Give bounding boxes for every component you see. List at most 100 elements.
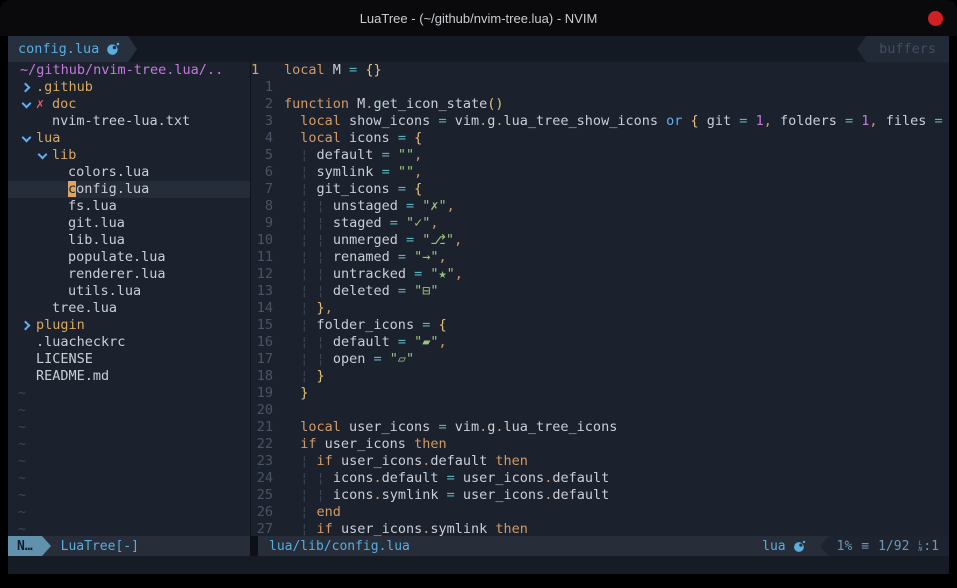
code-line-21[interactable]: 20 bbox=[251, 402, 949, 419]
tree-item-label: colors.lua bbox=[68, 164, 149, 181]
tree-item-lib.lua[interactable]: lib.lua bbox=[8, 232, 250, 249]
line-number: 27 bbox=[251, 521, 273, 536]
code-line-19[interactable]: 18 ¦ } bbox=[251, 368, 949, 385]
git-status-icon: ✗ bbox=[36, 96, 52, 113]
line-number: 8 bbox=[251, 198, 273, 215]
code-line-5[interactable]: 4 local icons = { bbox=[251, 130, 949, 147]
empty-line-tilde: ~ bbox=[8, 504, 250, 521]
empty-line-tilde: ~ bbox=[8, 487, 250, 504]
empty-line-tilde: ~ bbox=[8, 470, 250, 487]
code-text: ¦ ¦ renamed = "→", bbox=[284, 249, 949, 266]
line-number: 19 bbox=[251, 385, 273, 402]
tree-item-colors.lua[interactable]: colors.lua bbox=[8, 164, 250, 181]
code-line-18[interactable]: 17 ¦ ¦ open = "▱" bbox=[251, 351, 949, 368]
code-text: ¦ if user_icons.default then bbox=[284, 453, 949, 470]
code-text: ¦ if user_icons.symlink then bbox=[284, 521, 949, 536]
close-button[interactable] bbox=[928, 11, 943, 26]
empty-line-tilde: ~ bbox=[8, 453, 250, 470]
statusline-file-segment: lua/lib/config.lua lua 1% ≡ 1/92 bbox=[258, 536, 949, 556]
command-line bbox=[8, 556, 949, 574]
line-number: 6 bbox=[251, 164, 273, 181]
tree-item-renderer.lua[interactable]: renderer.lua bbox=[8, 266, 250, 283]
code-line-13[interactable]: 12 ¦ ¦ untracked = "★", bbox=[251, 266, 949, 283]
line-number: 24 bbox=[251, 470, 273, 487]
tree-item-label: config.lua bbox=[68, 181, 149, 198]
app-frame: config.lua buffers ~/github/nvim-tree.lu… bbox=[8, 36, 949, 574]
code-text: ¦ default = "", bbox=[284, 147, 949, 164]
code-text: local user_icons = vim.g.lua_tree_icons bbox=[284, 419, 949, 436]
powerline-arrow-icon bbox=[857, 36, 866, 62]
file-path: lua/lib/config.lua bbox=[258, 536, 762, 556]
code-line-15[interactable]: 14 ¦ }, bbox=[251, 300, 949, 317]
code-line-26[interactable]: 25 ¦ ¦ icons.symlink = user_icons.defaul… bbox=[251, 487, 949, 504]
tree-item-label: lua bbox=[36, 130, 60, 147]
code-text: ¦ folder_icons = { bbox=[284, 317, 949, 334]
code-line-17[interactable]: 16 ¦ ¦ default = "▰", bbox=[251, 334, 949, 351]
tree-item-lua[interactable]: lua bbox=[8, 130, 250, 147]
tree-item-nvim-tree-lua.txt[interactable]: nvim-tree-lua.txt bbox=[8, 113, 250, 130]
code-line-4[interactable]: 3 local show_icons = vim.g.lua_tree_show… bbox=[251, 113, 949, 130]
code-line-16[interactable]: 15 ¦ folder_icons = { bbox=[251, 317, 949, 334]
chevron-right-icon bbox=[20, 83, 36, 93]
tree-item-label: lib.lua bbox=[68, 232, 125, 249]
code-line-20[interactable]: 19 } bbox=[251, 385, 949, 402]
code-line-24[interactable]: 23 ¦ if user_icons.default then bbox=[251, 453, 949, 470]
code-text: ¦ ¦ deleted = "⊟" bbox=[284, 283, 949, 300]
code-line-2[interactable]: 1 bbox=[251, 79, 949, 96]
code-text: ¦ ¦ open = "▱" bbox=[284, 351, 949, 368]
code-text: if user_icons then bbox=[284, 436, 949, 453]
code-text: local M = {} bbox=[284, 62, 949, 79]
tree-item-LICENSE[interactable]: LICENSE bbox=[8, 351, 250, 368]
code-text: ¦ ¦ icons.symlink = user_icons.default bbox=[284, 487, 949, 504]
window-title: LuaTree - (~/github/nvim-tree.lua) - NVI… bbox=[360, 11, 598, 26]
tree-item-.luacheckrc[interactable]: .luacheckrc bbox=[8, 334, 250, 351]
code-line-9[interactable]: 8 ¦ ¦ unstaged = "✗", bbox=[251, 198, 949, 215]
code-text: function M.get_icon_state() bbox=[284, 96, 949, 113]
code-line-6[interactable]: 5 ¦ default = "", bbox=[251, 147, 949, 164]
code-text: ¦ ¦ unstaged = "✗", bbox=[284, 198, 949, 215]
line-number: 11 bbox=[251, 249, 273, 266]
lines-icon: ≡ bbox=[861, 539, 869, 554]
chevron-right-icon bbox=[20, 321, 36, 331]
tree-item-label: renderer.lua bbox=[68, 266, 166, 283]
tree-item-config.lua[interactable]: config.lua bbox=[8, 181, 250, 198]
nvim-window: LuaTree - (~/github/nvim-tree.lua) - NVI… bbox=[0, 0, 957, 588]
code-line-1[interactable]: 1local M = {} bbox=[251, 62, 949, 79]
tree-item-utils.lua[interactable]: utils.lua bbox=[8, 283, 250, 300]
tree-item-tree.lua[interactable]: tree.lua bbox=[8, 300, 250, 317]
code-text: ¦ ¦ icons.default = user_icons.default bbox=[284, 470, 949, 487]
tree-item-git.lua[interactable]: git.lua bbox=[8, 215, 250, 232]
tree-item-populate.lua[interactable]: populate.lua bbox=[8, 249, 250, 266]
code-line-28[interactable]: 27 ¦ if user_icons.symlink then bbox=[251, 521, 949, 536]
tree-item-label: tree.lua bbox=[52, 300, 117, 317]
code-line-3[interactable]: 2function M.get_icon_state() bbox=[251, 96, 949, 113]
code-line-23[interactable]: 22 if user_icons then bbox=[251, 436, 949, 453]
line-number: 15 bbox=[251, 317, 273, 334]
tree-item-label: fs.lua bbox=[68, 198, 117, 215]
tree-item-doc[interactable]: ✗doc bbox=[8, 96, 250, 113]
tree-item-.github[interactable]: .github bbox=[8, 79, 250, 96]
tree-item-lib[interactable]: lib bbox=[8, 147, 250, 164]
code-line-25[interactable]: 24 ¦ ¦ icons.default = user_icons.defaul… bbox=[251, 470, 949, 487]
code-line-14[interactable]: 13 ¦ ¦ deleted = "⊟" bbox=[251, 283, 949, 300]
code-line-22[interactable]: 21 local user_icons = vim.g.lua_tree_ico… bbox=[251, 419, 949, 436]
tree-item-fs.lua[interactable]: fs.lua bbox=[8, 198, 250, 215]
code-line-10[interactable]: 9 ¦ ¦ staged = "✓", bbox=[251, 215, 949, 232]
code-line-12[interactable]: 11 ¦ ¦ renamed = "→", bbox=[251, 249, 949, 266]
chevron-down-icon bbox=[20, 100, 36, 110]
code-line-27[interactable]: 26 ¦ end bbox=[251, 504, 949, 521]
code-line-11[interactable]: 10 ¦ ¦ unmerged = "⎇", bbox=[251, 232, 949, 249]
cursor-position: 1/92 bbox=[878, 539, 909, 554]
code-line-7[interactable]: 6 ¦ symlink = "", bbox=[251, 164, 949, 181]
tree-item-githubnvim-tree.lua..[interactable]: ~/github/nvim-tree.lua/.. bbox=[8, 62, 250, 79]
line-number: 13 bbox=[251, 283, 273, 300]
filetype-label: lua bbox=[762, 539, 785, 554]
powerline-arrow-icon bbox=[42, 536, 51, 556]
tree-item-README.md[interactable]: README.md bbox=[8, 368, 250, 385]
tree-item-plugin[interactable]: plugin bbox=[8, 317, 250, 334]
tree-item-label: doc bbox=[52, 96, 76, 113]
code-line-8[interactable]: 7 ¦ git_icons = { bbox=[251, 181, 949, 198]
line-number: 14 bbox=[251, 300, 273, 317]
line-number: 18 bbox=[251, 368, 273, 385]
tab-config-lua[interactable]: config.lua bbox=[8, 36, 128, 62]
